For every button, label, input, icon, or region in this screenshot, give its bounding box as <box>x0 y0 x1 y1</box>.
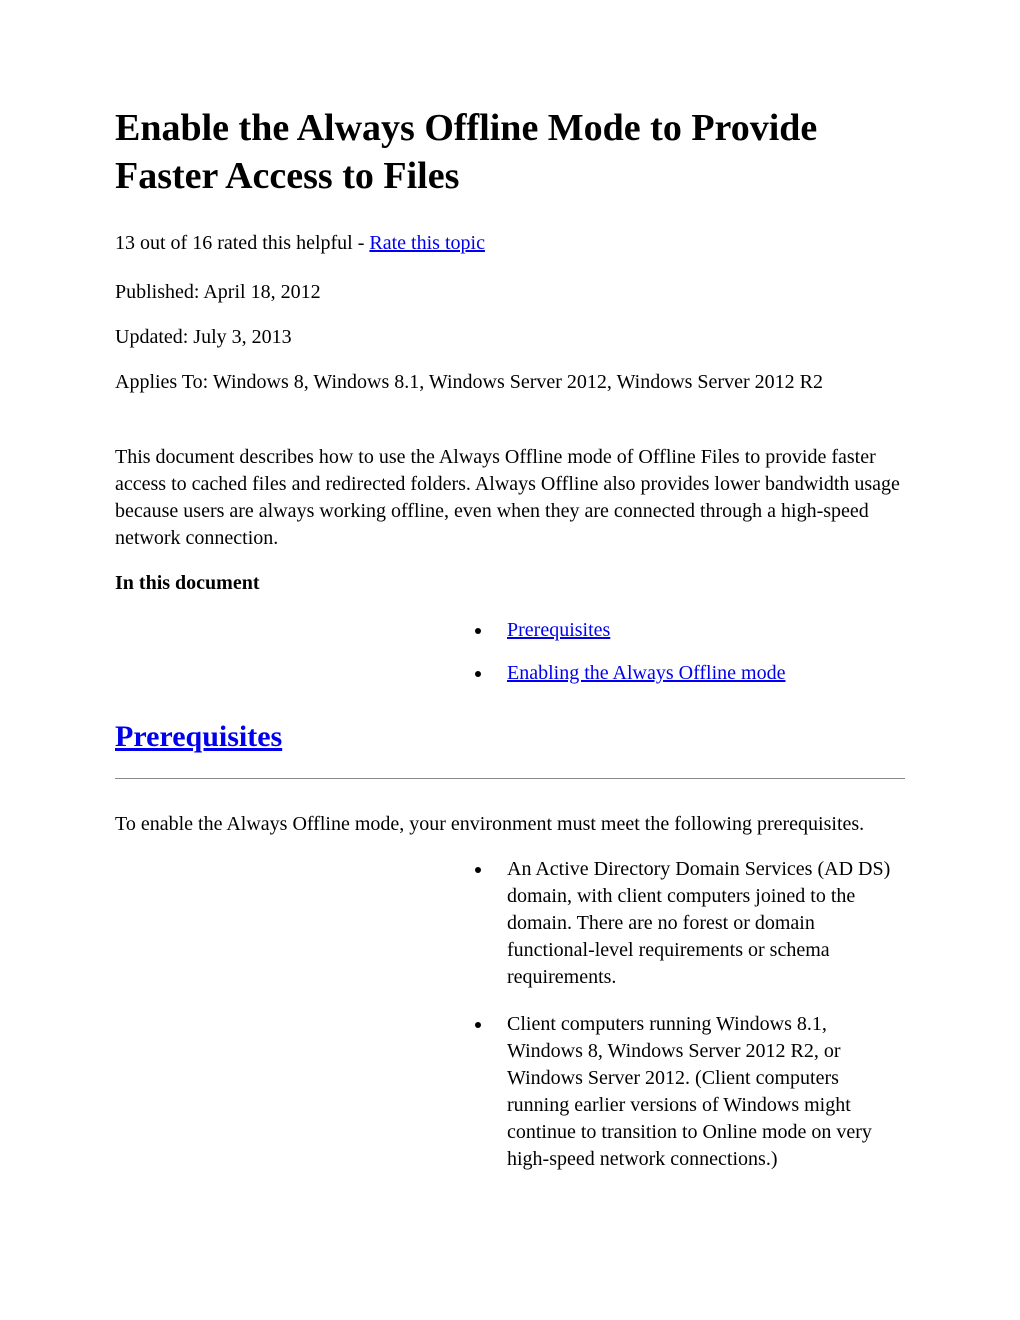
published-date: Published: April 18, 2012 <box>115 279 905 306</box>
prereq-intro: To enable the Always Offline mode, your … <box>115 811 905 838</box>
toc-item: Prerequisites <box>493 617 905 644</box>
intro-paragraph: This document describes how to use the A… <box>115 444 905 552</box>
toc-item: Enabling the Always Offline mode <box>493 660 905 687</box>
rating-line: 13 out of 16 rated this helpful - Rate t… <box>115 230 905 257</box>
rating-text: 13 out of 16 rated this helpful - <box>115 232 369 254</box>
toc-link-prerequisites[interactable]: Prerequisites <box>507 619 610 641</box>
page-title: Enable the Always Offline Mode to Provid… <box>115 105 905 200</box>
applies-to: Applies To: Windows 8, Windows 8.1, Wind… <box>115 369 905 396</box>
section-divider <box>115 778 905 779</box>
section-heading-link[interactable]: Prerequisites <box>115 720 282 753</box>
list-item: Client computers running Windows 8.1, Wi… <box>493 1011 893 1173</box>
section-heading-prerequisites: Prerequisites <box>115 717 905 758</box>
list-item: An Active Directory Domain Services (AD … <box>493 856 893 991</box>
updated-date: Updated: July 3, 2013 <box>115 324 905 351</box>
rate-topic-link[interactable]: Rate this topic <box>369 232 485 254</box>
prereq-list: An Active Directory Domain Services (AD … <box>453 856 893 1173</box>
toc-link-enabling[interactable]: Enabling the Always Offline mode <box>507 662 785 684</box>
toc-list: Prerequisites Enabling the Always Offlin… <box>453 617 905 687</box>
in-this-document-heading: In this document <box>115 570 905 597</box>
